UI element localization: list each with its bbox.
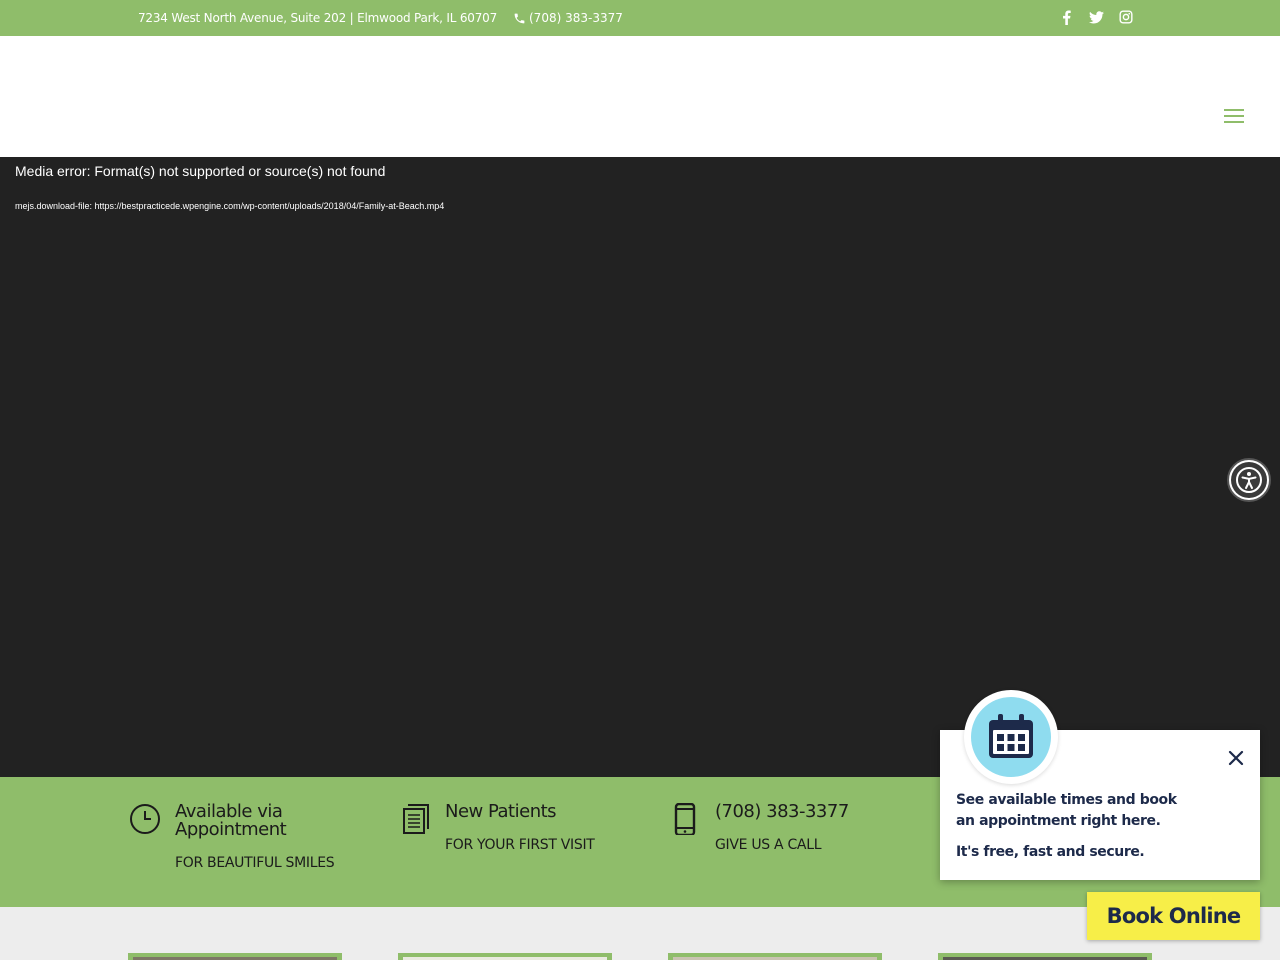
popup-text-line: an appointment right here. [956,813,1161,829]
info-sub: FOR YOUR FIRST VISIT [445,837,595,853]
info-title: (708) 383-3377 [715,801,849,822]
media-error-text: Media error: Format(s) not supported or … [15,163,386,179]
download-file-link[interactable]: mejs.download-file: https://bestpractice… [15,193,475,220]
info-title: Available via Appointment [175,801,287,840]
hamburger-menu-icon[interactable] [1224,109,1244,125]
info-title: New Patients [445,801,557,822]
service-card[interactable] [398,953,612,960]
topbar-phone-text: (708) 383-3377 [529,11,623,25]
facebook-icon[interactable] [1058,9,1074,25]
page: 7234 West North Avenue, Suite 202 | Elmw… [0,0,1280,960]
document-icon [403,804,429,834]
top-bar: 7234 West North Avenue, Suite 202 | Elmw… [0,0,1280,36]
info-sub: GIVE US A CALL [715,837,822,853]
instagram-icon[interactable] [1118,9,1134,25]
address-text: 7234 West North Avenue, Suite 202 | Elmw… [138,11,498,25]
service-card[interactable] [128,953,342,960]
phone-icon [514,13,525,23]
site-header [0,36,1280,157]
accessibility-button[interactable] [1227,458,1271,502]
topbar-phone-link[interactable]: (708) 383-3377 [513,11,623,25]
book-online-button[interactable]: Book Online [1087,892,1260,940]
service-card[interactable] [938,953,1152,960]
popup-text-line: See available times and book [956,792,1177,808]
accessibility-icon [1231,462,1267,498]
service-card[interactable] [668,953,882,960]
mobile-phone-icon [674,803,696,835]
popup-text-line: It's free, fast and secure. [956,844,1145,860]
clock-icon [130,804,160,834]
calendar-icon [989,714,1033,758]
close-icon[interactable] [1226,748,1246,768]
social-links [1058,9,1134,25]
video-player[interactable]: Media error: Format(s) not supported or … [0,157,1280,777]
info-sub: FOR BEAUTIFUL SMILES [175,855,335,871]
twitter-icon[interactable] [1088,9,1104,25]
calendar-badge [964,690,1058,784]
